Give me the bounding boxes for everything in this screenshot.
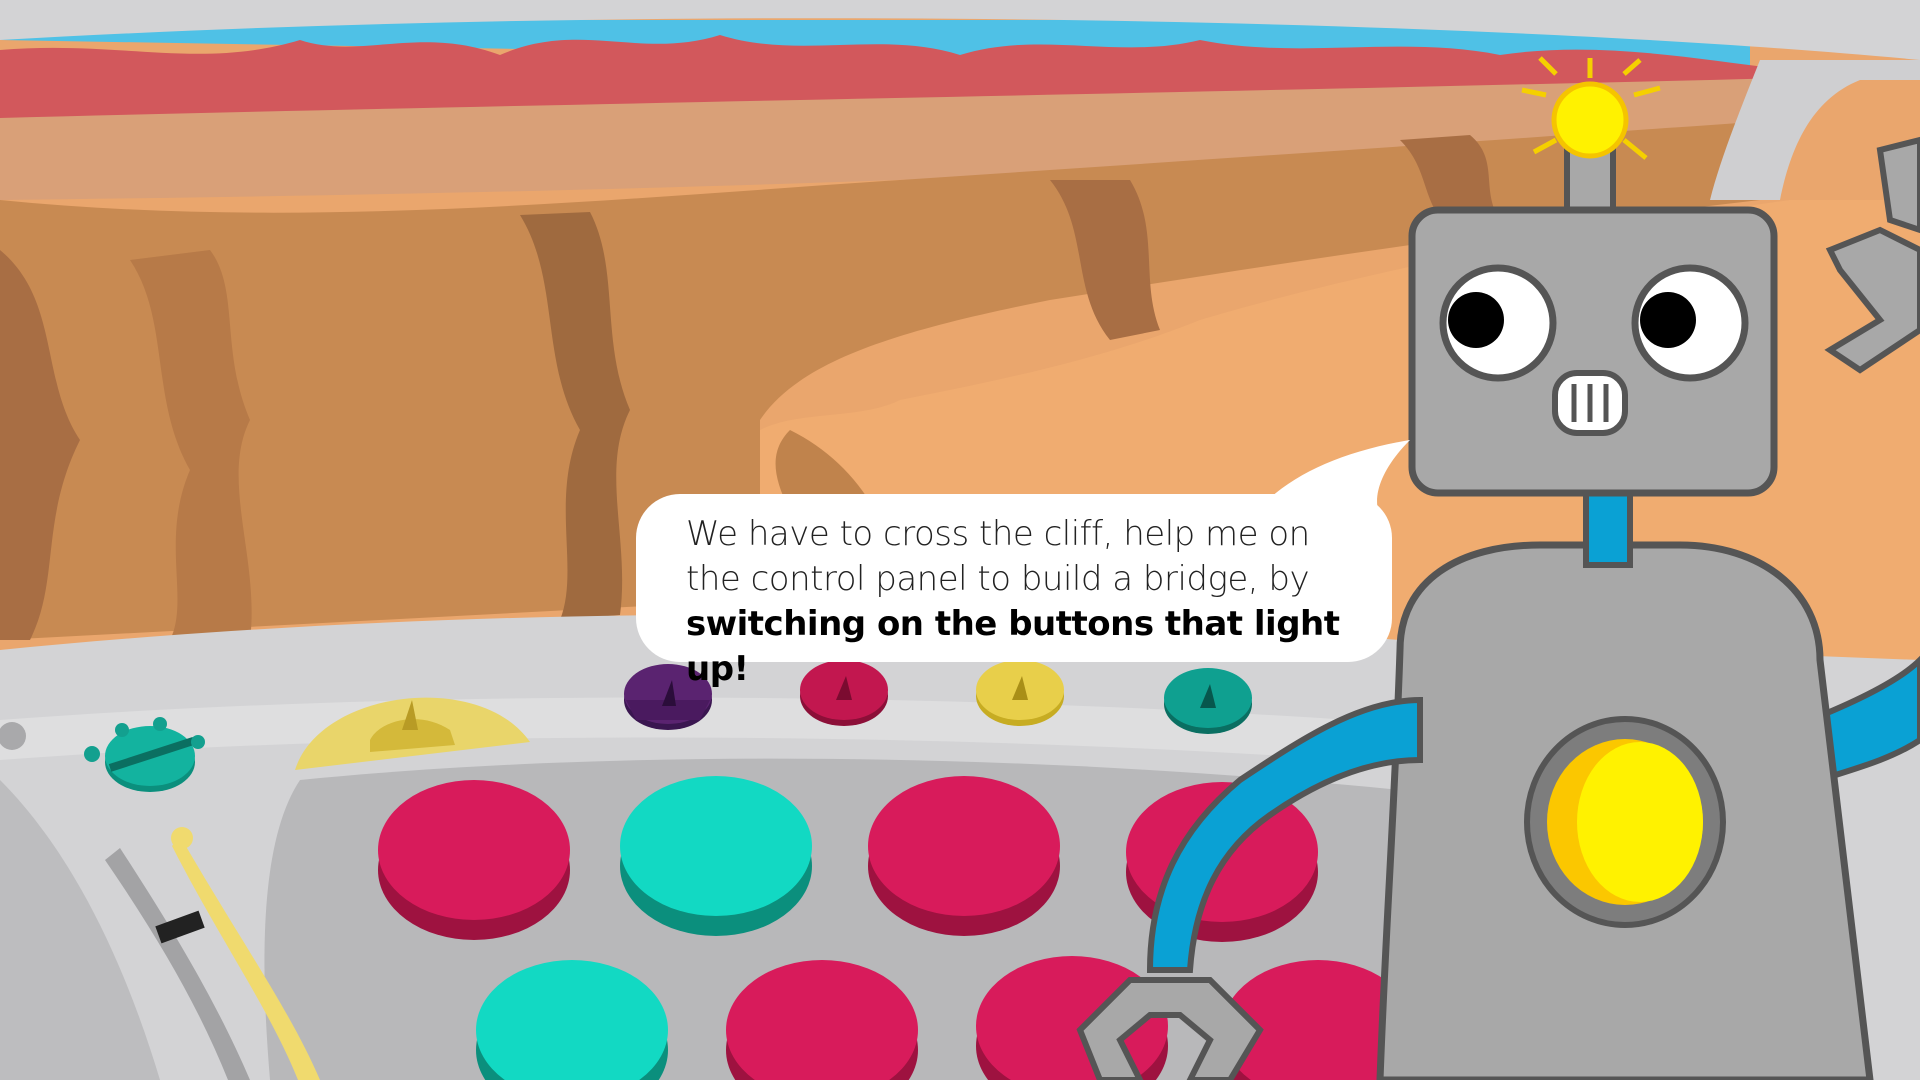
- panel-button-1[interactable]: [378, 780, 570, 940]
- panel-button-3[interactable]: [868, 776, 1060, 936]
- robot-eye-left: [1439, 264, 1557, 382]
- robot-eye-right: [1631, 264, 1749, 382]
- dialogue-line-2: the control panel to build a bridge, by: [686, 559, 1310, 599]
- robot-neck: [1583, 482, 1633, 568]
- dialogue-line-3: switching on the buttons that light up!: [686, 604, 1340, 689]
- robot-mouth: [1552, 370, 1628, 436]
- robot-antenna: [1564, 147, 1616, 213]
- chest-light-icon: [1524, 716, 1726, 928]
- dialogue-line-1: We have to cross the cliff, help me on: [686, 514, 1310, 554]
- panel-button-2[interactable]: [620, 776, 812, 936]
- speech-bubble: We have to cross the cliff, help me on t…: [636, 494, 1392, 689]
